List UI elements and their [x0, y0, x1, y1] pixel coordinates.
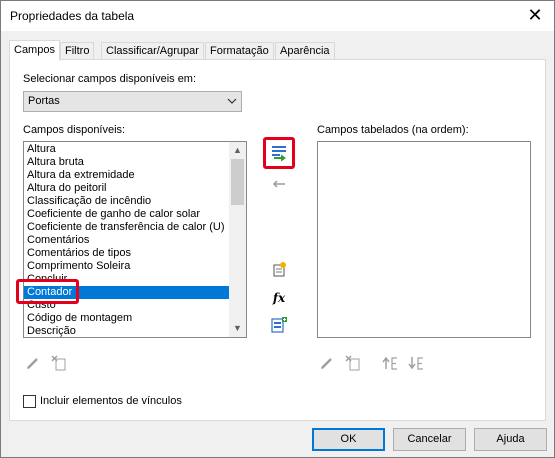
- scroll-down-arrow-icon[interactable]: ▼: [229, 320, 246, 337]
- edit-pencil-icon: [27, 358, 38, 369]
- delete-available-button[interactable]: [49, 353, 69, 373]
- combine-parameters-button[interactable]: [269, 315, 289, 335]
- chevron-down-icon: [227, 98, 237, 104]
- scroll-up-arrow-icon[interactable]: ▲: [229, 142, 246, 159]
- tab-formatacao[interactable]: Formatação: [205, 42, 274, 60]
- add-parameter-button[interactable]: [269, 143, 289, 163]
- source-label: Selecionar campos disponíveis em:: [23, 73, 197, 85]
- delete-scheduled-button[interactable]: [343, 353, 363, 373]
- list-item[interactable]: Custo: [24, 299, 230, 312]
- combine-parameters-icon: [271, 317, 287, 333]
- source-value: Portas: [28, 95, 60, 107]
- title-bar: Propriedades da tabela ✕: [1, 1, 554, 31]
- window-title: Propriedades da tabela: [10, 9, 135, 23]
- list-item[interactable]: Coeficiente de ganho de calor solar: [24, 208, 230, 221]
- help-button[interactable]: Ajuda: [474, 428, 547, 451]
- move-down-icon: [408, 357, 423, 370]
- include-links-label: Incluir elementos de vínculos: [40, 395, 182, 407]
- scheduled-fields-label: Campos tabelados (na ordem):: [317, 124, 469, 136]
- remove-parameter-icon: [272, 180, 285, 188]
- move-up-icon: [382, 356, 397, 370]
- close-button[interactable]: ✕: [524, 5, 546, 27]
- list-item[interactable]: Código de montagem: [24, 312, 230, 325]
- include-links-checkbox[interactable]: [23, 395, 36, 408]
- source-combobox[interactable]: Portas: [23, 91, 242, 112]
- ok-button[interactable]: OK: [312, 428, 385, 451]
- list-item[interactable]: Altura: [24, 143, 230, 156]
- scheduled-fields-list[interactable]: [317, 141, 531, 338]
- list-item[interactable]: Comentários de tipos: [24, 247, 230, 260]
- available-items: Altura Altura bruta Altura da extremidade A…: [24, 142, 230, 337]
- calculated-value-button[interactable]: fx: [269, 288, 289, 308]
- edit-available-button[interactable]: [23, 353, 43, 373]
- new-parameter-button[interactable]: [269, 259, 289, 279]
- available-fields-list[interactable]: Altura Altura bruta Altura da extremidade A…: [23, 141, 247, 338]
- list-item[interactable]: Coeficiente de transferência de calor (U…: [24, 221, 230, 234]
- remove-parameter-button[interactable]: [269, 174, 289, 194]
- list-item[interactable]: Descrição: [24, 325, 230, 337]
- move-down-button[interactable]: [407, 353, 427, 373]
- move-up-button[interactable]: [381, 353, 401, 373]
- edit-scheduled-button[interactable]: [317, 353, 337, 373]
- calculated-value-icon: fx: [272, 291, 286, 305]
- list-item[interactable]: Concluir: [24, 273, 230, 286]
- list-item[interactable]: Comprimento Soleira: [24, 260, 230, 273]
- delete-parameter-icon: [345, 355, 360, 371]
- list-item[interactable]: Altura do peitoril: [24, 182, 230, 195]
- edit-pencil-icon: [321, 358, 332, 369]
- list-item[interactable]: Altura bruta: [24, 156, 230, 169]
- list-item[interactable]: Altura da extremidade: [24, 169, 230, 182]
- available-scrollbar[interactable]: ▲ ▼: [229, 142, 246, 337]
- new-parameter-icon: [273, 262, 286, 277]
- tab-classificar-agrupar[interactable]: Classificar/Agrupar: [101, 42, 204, 60]
- tab-filtro[interactable]: Filtro: [60, 42, 95, 60]
- cancel-button[interactable]: Cancelar: [393, 428, 466, 451]
- available-fields-label: Campos disponíveis:: [23, 124, 126, 136]
- list-item[interactable]: Comentários: [24, 234, 230, 247]
- tab-aparencia[interactable]: Aparência: [275, 42, 335, 60]
- table-properties-dialog: Propriedades da tabela ✕ Campos Filtro C…: [0, 0, 555, 458]
- tab-campos[interactable]: Campos: [9, 40, 60, 61]
- add-parameter-icon: [272, 146, 286, 162]
- scroll-thumb[interactable]: [231, 159, 244, 205]
- list-item[interactable]: Contador: [24, 286, 230, 299]
- list-item[interactable]: Classificação de incêndio: [24, 195, 230, 208]
- delete-parameter-icon: [51, 355, 66, 371]
